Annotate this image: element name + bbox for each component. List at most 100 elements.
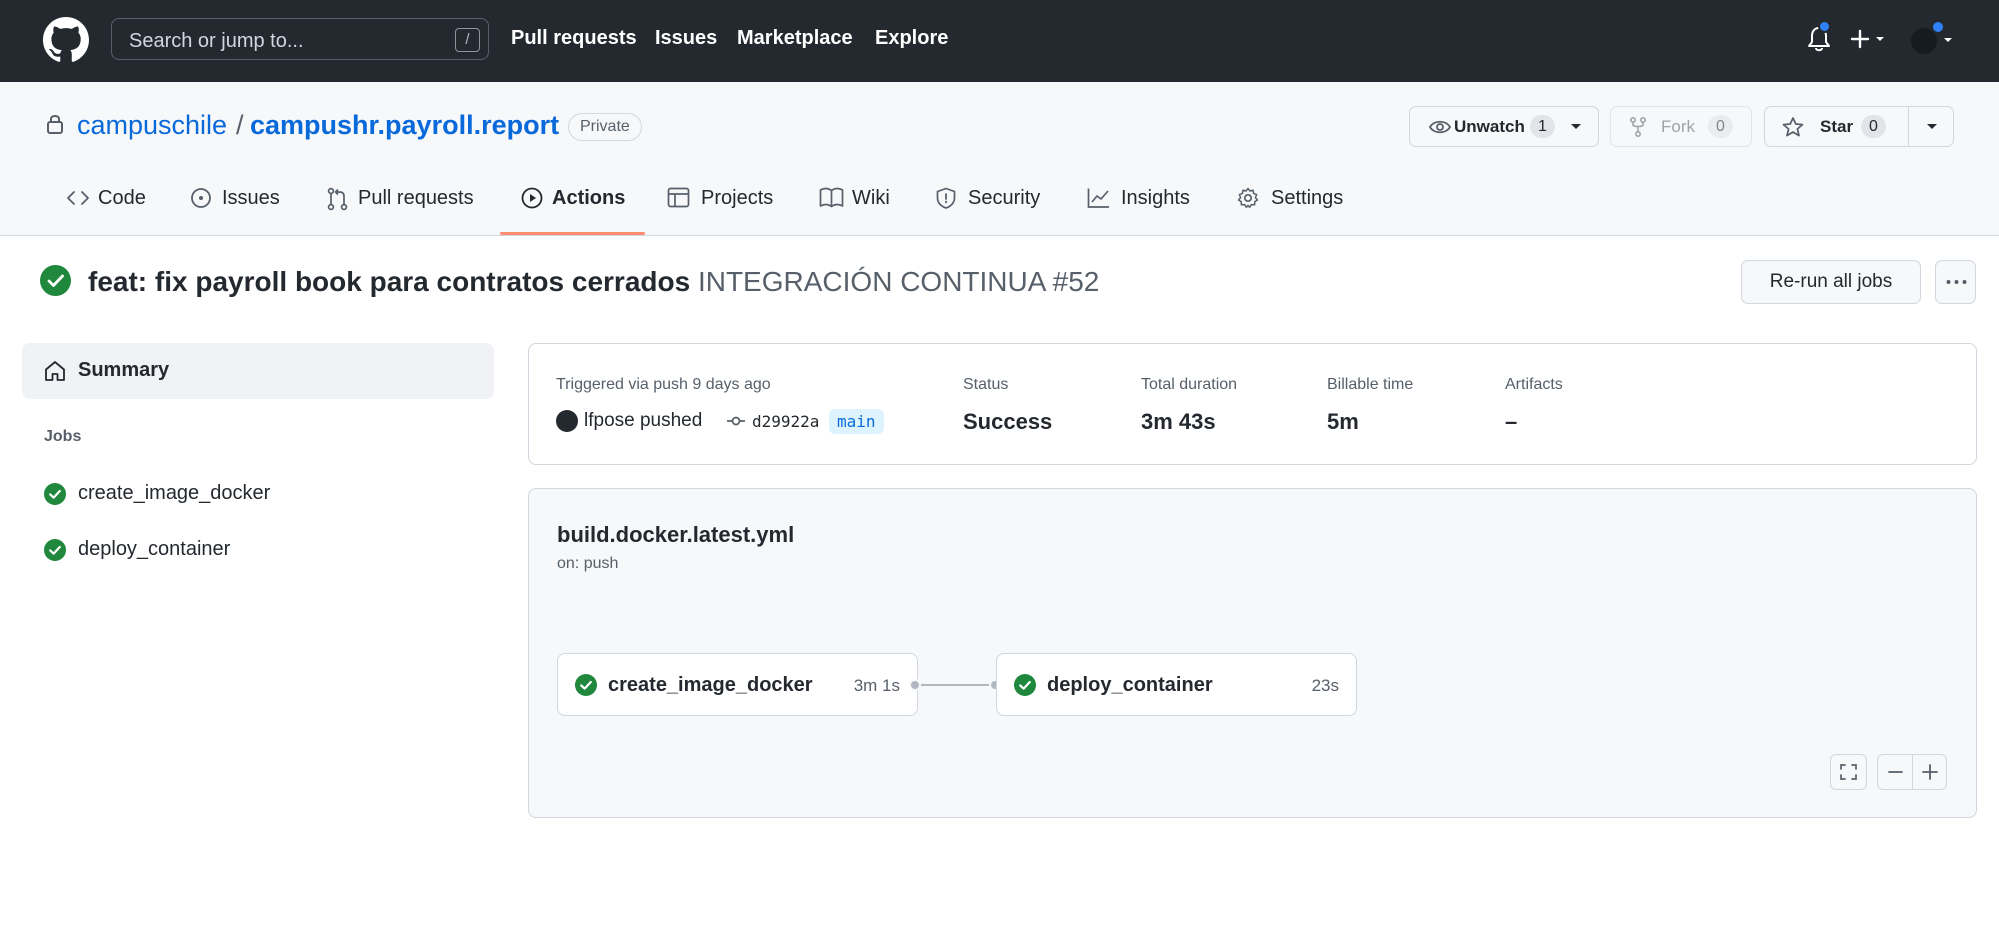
git-commit-icon: [727, 416, 745, 426]
status-value: Success: [963, 409, 1053, 434]
graph-job-name: create_image_docker: [608, 674, 813, 696]
repo-owner-link[interactable]: campuschile: [77, 110, 227, 141]
star-lists-chevron-down-icon[interactable]: [1926, 123, 1938, 131]
fullscreen-button[interactable]: [1830, 754, 1867, 790]
graph-job-duration: 23s: [1311, 676, 1339, 695]
actor-pushed-text[interactable]: lfpose pushed: [584, 410, 702, 432]
tab-projects-label: Projects: [701, 187, 774, 209]
more-options-button[interactable]: [1935, 260, 1976, 304]
artifacts-value: –: [1505, 409, 1518, 434]
shield-icon: [936, 187, 956, 209]
star-button[interactable]: Star 0: [1764, 106, 1954, 147]
total-duration-label: Total duration: [1141, 376, 1238, 393]
connector-start-dot: [909, 679, 921, 691]
commit-message: feat: fix payroll book para contratos ce…: [88, 266, 691, 297]
tab-wiki-label: Wiki: [852, 187, 890, 209]
code-icon: [67, 191, 89, 205]
sidebar-job-label: deploy_container: [78, 538, 231, 560]
star-icon: [1782, 117, 1804, 137]
zoom-controls: [1877, 754, 1947, 790]
graph-job-name: deploy_container: [1047, 674, 1213, 696]
repository-header: campuschile / campushr.payroll.report Pr…: [0, 82, 1999, 236]
tab-pull-requests-label: Pull requests: [358, 187, 474, 209]
graph-icon: [1087, 188, 1109, 208]
table-icon: [667, 187, 690, 208]
global-header: Search or jump to... / Pull requests Iss…: [0, 0, 1999, 82]
workflow-run-name: INTEGRACIÓN CONTINUA #52: [697, 266, 1100, 297]
graph-job-create-image-docker[interactable]: create_image_docker 3m 1s: [557, 653, 918, 716]
github-logo-icon[interactable]: [43, 17, 89, 63]
run-title: feat: fix payroll book para contratos ce…: [88, 266, 1099, 298]
lock-icon: [47, 115, 63, 134]
nav-issues[interactable]: Issues: [655, 27, 717, 50]
commit-sha-link[interactable]: d29922a: [752, 412, 819, 431]
total-duration-value: 3m 43s: [1141, 409, 1216, 434]
search-input[interactable]: Search or jump to... /: [111, 18, 489, 60]
success-check-icon: [575, 674, 597, 696]
tab-security-label: Security: [968, 187, 1041, 209]
workflow-file-name[interactable]: build.docker.latest.yml: [557, 522, 794, 548]
sidebar-job-label: create_image_docker: [78, 482, 271, 504]
play-icon: [521, 187, 543, 209]
avatar-status-indicator: [1931, 20, 1945, 34]
eye-icon: [1429, 120, 1451, 134]
star-label: Star: [1820, 117, 1854, 136]
watchers-count: 1: [1530, 115, 1555, 138]
chevron-down-icon: [1571, 124, 1581, 129]
graph-job-deploy-container[interactable]: deploy_container 23s: [996, 653, 1357, 716]
issue-opened-icon: [191, 188, 211, 208]
repo-name-link[interactable]: campushr.payroll.report: [250, 110, 559, 141]
sidebar-summary-link[interactable]: Summary: [22, 343, 494, 399]
gear-icon: [1237, 187, 1259, 209]
rerun-all-jobs-button[interactable]: Re-run all jobs: [1741, 260, 1921, 304]
branch-label[interactable]: main: [829, 409, 884, 434]
success-check-icon: [1014, 674, 1036, 696]
screen-full-icon: [1840, 764, 1857, 780]
workflow-trigger: on: push: [557, 555, 619, 572]
repo-path-separator: /: [236, 110, 244, 140]
notification-indicator: [1818, 20, 1831, 33]
zoom-out-icon[interactable]: [1878, 755, 1913, 789]
success-check-icon: [40, 265, 71, 296]
selected-tab-indicator: [500, 232, 645, 235]
job-dependency-connector: [916, 684, 996, 686]
status-label: Status: [963, 376, 1009, 393]
tab-code-label: Code: [98, 187, 146, 209]
billable-time-label: Billable time: [1327, 376, 1414, 393]
success-check-icon: [44, 539, 66, 561]
workflow-graph-card: build.docker.latest.yml on: push create_…: [528, 488, 1977, 818]
artifacts-label: Artifacts: [1505, 376, 1563, 393]
repo-forked-icon: [1630, 117, 1646, 137]
book-icon: [819, 187, 844, 208]
tab-issues-label: Issues: [222, 187, 280, 209]
billable-time-value: 5m: [1327, 409, 1359, 434]
unwatch-label: Unwatch: [1454, 117, 1525, 136]
nav-explore[interactable]: Explore: [875, 27, 948, 50]
run-summary-card: Triggered via push 9 days ago lfpose pus…: [528, 343, 1977, 465]
search-shortcut-key: /: [455, 28, 480, 52]
search-placeholder: Search or jump to...: [129, 30, 304, 52]
fork-button[interactable]: Fork 0: [1610, 106, 1752, 147]
fork-label: Fork: [1661, 117, 1695, 136]
home-icon: [45, 361, 65, 381]
visibility-badge: Private: [568, 113, 642, 141]
trigger-label: Triggered via push 9 days ago: [556, 376, 771, 393]
unwatch-button[interactable]: Unwatch 1: [1409, 106, 1599, 147]
jobs-heading: Jobs: [44, 428, 82, 445]
success-check-icon: [44, 483, 66, 505]
tab-actions-label: Actions: [552, 187, 626, 209]
zoom-in-icon[interactable]: [1913, 755, 1948, 789]
graph-job-duration: 3m 1s: [853, 676, 900, 695]
git-pull-request-icon: [327, 187, 348, 211]
actor-avatar[interactable]: [556, 410, 578, 432]
tab-insights-label: Insights: [1121, 187, 1190, 209]
star-button-divider: [1908, 107, 1909, 146]
tab-settings-label: Settings: [1271, 187, 1344, 209]
nav-pull-requests[interactable]: Pull requests: [511, 27, 637, 50]
kebab-horizontal-icon: [1946, 280, 1967, 284]
nav-marketplace[interactable]: Marketplace: [737, 27, 853, 50]
star-count: 0: [1861, 115, 1886, 138]
sidebar-summary-label: Summary: [78, 359, 170, 381]
fork-count: 0: [1708, 115, 1733, 138]
create-new-plus-icon[interactable]: [1850, 25, 1890, 53]
